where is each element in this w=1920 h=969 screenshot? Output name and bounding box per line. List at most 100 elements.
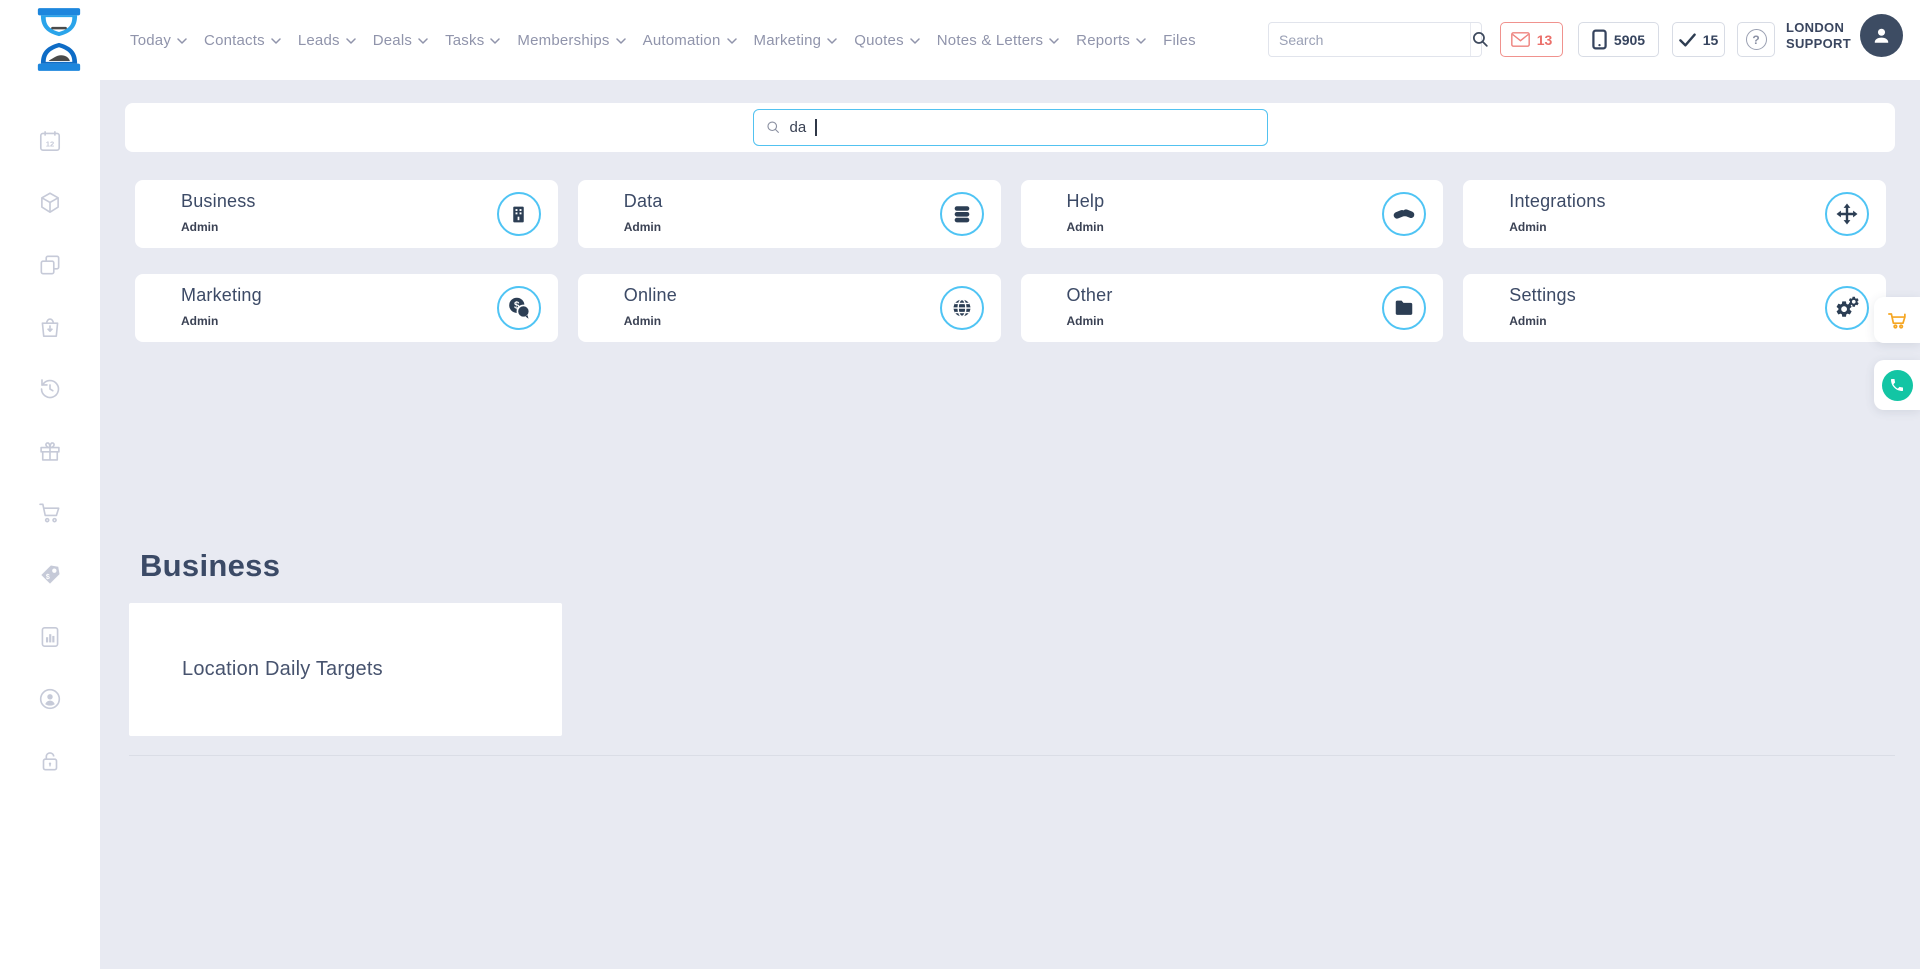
- nav-item-notes-letters[interactable]: Notes & Letters: [937, 32, 1059, 49]
- shopping-bag-icon: [37, 314, 63, 340]
- nav-item-leads[interactable]: Leads: [298, 32, 356, 49]
- category-icon-circle: [1825, 286, 1869, 330]
- search-submit-button[interactable]: [1470, 23, 1490, 56]
- nav-item-files[interactable]: Files: [1163, 32, 1196, 49]
- mail-badge[interactable]: 13: [1500, 22, 1563, 57]
- nav-item-tasks[interactable]: Tasks: [445, 32, 500, 49]
- category-card-settings[interactable]: Settings Admin: [1463, 274, 1886, 342]
- sidebar-item-gifts[interactable]: [37, 438, 64, 464]
- result-card-location-daily-targets[interactable]: Location Daily Targets: [129, 603, 562, 736]
- person-icon: [1870, 24, 1893, 47]
- category-title: Other: [1067, 285, 1113, 306]
- category-card-data[interactable]: Data Admin: [578, 180, 1001, 248]
- handshake-icon: [1392, 202, 1416, 226]
- category-subtitle: Admin: [181, 314, 218, 328]
- module-search-panel: da: [125, 103, 1895, 152]
- category-icon-circle: [1382, 286, 1426, 330]
- sidebar-item-calendar[interactable]: 12: [37, 128, 64, 154]
- chevron-down-icon: [910, 38, 920, 44]
- category-title: Integrations: [1509, 191, 1605, 212]
- gift-icon: [37, 438, 63, 464]
- category-icon-circle: [940, 286, 984, 330]
- section-heading: Business: [140, 548, 280, 584]
- chevron-down-icon: [490, 38, 500, 44]
- lock-icon: [37, 748, 63, 774]
- sidebar-item-cart[interactable]: [37, 500, 64, 526]
- nav-item-quotes[interactable]: Quotes: [854, 32, 920, 49]
- cube-icon: [37, 190, 63, 216]
- sidebar-item-duplicates[interactable]: [37, 252, 64, 278]
- copy-icon: [37, 252, 63, 278]
- category-subtitle: Admin: [1509, 220, 1546, 234]
- phone-count: 5905: [1614, 32, 1645, 48]
- category-title: Help: [1067, 191, 1105, 212]
- sidebar-item-reports[interactable]: [37, 624, 64, 650]
- move-icon: [1835, 202, 1859, 226]
- nav-item-marketing[interactable]: Marketing: [754, 32, 838, 49]
- result-title: Location Daily Targets: [182, 658, 383, 681]
- folder-icon: [1393, 297, 1415, 319]
- cart-button[interactable]: [1874, 297, 1920, 343]
- category-card-integrations[interactable]: Integrations Admin: [1463, 180, 1886, 248]
- nav-item-today[interactable]: Today: [130, 32, 187, 49]
- price-tag-icon: $: [37, 562, 63, 588]
- nav-item-deals[interactable]: Deals: [373, 32, 428, 49]
- category-subtitle: Admin: [1067, 220, 1104, 234]
- database-icon: [951, 203, 973, 225]
- category-title: Data: [624, 191, 663, 212]
- sidebar-item-security[interactable]: [37, 748, 64, 774]
- category-subtitle: Admin: [181, 220, 218, 234]
- category-title: Business: [181, 191, 256, 212]
- check-icon: [1679, 33, 1696, 47]
- main-nav: Today Contacts Leads Deals Tasks Members…: [130, 0, 1196, 80]
- sidebar-item-account[interactable]: [37, 686, 64, 712]
- phone-button[interactable]: [1874, 360, 1920, 410]
- category-card-business[interactable]: Business Admin: [135, 180, 558, 248]
- category-subtitle: Admin: [624, 314, 661, 328]
- top-header: Today Contacts Leads Deals Tasks Members…: [0, 0, 1920, 80]
- help-button[interactable]: ?: [1737, 22, 1775, 57]
- tasks-badge[interactable]: 15: [1672, 22, 1725, 57]
- phone-badge[interactable]: 5905: [1578, 22, 1659, 57]
- avatar[interactable]: [1860, 14, 1903, 57]
- nav-item-reports[interactable]: Reports: [1076, 32, 1146, 49]
- category-title: Settings: [1509, 285, 1576, 306]
- chevron-down-icon: [616, 38, 626, 44]
- profile-menu[interactable]: LONDON SUPPORT: [1786, 14, 1903, 57]
- chevron-down-icon: [1136, 38, 1146, 44]
- sidebar-item-pricing[interactable]: $: [37, 562, 64, 588]
- global-search-input[interactable]: [1269, 23, 1470, 56]
- sidebar-item-history[interactable]: [37, 376, 64, 402]
- category-icon-circle: [497, 192, 541, 236]
- svg-text:12: 12: [46, 140, 54, 149]
- app-root: Today Contacts Leads Deals Tasks Members…: [0, 0, 1920, 969]
- category-card-other[interactable]: Other Admin: [1021, 274, 1444, 342]
- chat-dollar-icon: $: [507, 296, 531, 320]
- nav-item-automation[interactable]: Automation: [643, 32, 737, 49]
- left-sidebar: 12: [0, 80, 100, 969]
- user-name: LONDON SUPPORT: [1786, 20, 1851, 52]
- category-title: Online: [624, 285, 677, 306]
- category-card-online[interactable]: Online Admin: [578, 274, 1001, 342]
- category-icon-circle: $: [497, 286, 541, 330]
- search-icon: [766, 120, 781, 135]
- nav-item-memberships[interactable]: Memberships: [517, 32, 625, 49]
- sidebar-item-orders[interactable]: [37, 314, 64, 340]
- hourglass-logo[interactable]: [30, 8, 88, 71]
- section-divider: [129, 755, 1895, 756]
- calendar-icon: 12: [37, 128, 63, 154]
- category-icon-circle: [1825, 192, 1869, 236]
- sidebar-item-products[interactable]: [37, 190, 64, 216]
- report-icon: [37, 624, 63, 650]
- category-icon-circle: [1382, 192, 1426, 236]
- category-card-marketing[interactable]: Marketing Admin $: [135, 274, 558, 342]
- module-search-input[interactable]: da: [753, 109, 1268, 146]
- category-icon-circle: [940, 192, 984, 236]
- category-subtitle: Admin: [1509, 314, 1546, 328]
- question-icon: ?: [1746, 29, 1767, 50]
- nav-item-contacts[interactable]: Contacts: [204, 32, 281, 49]
- phone-icon: [1889, 377, 1905, 393]
- category-title: Marketing: [181, 285, 262, 306]
- category-card-help[interactable]: Help Admin: [1021, 180, 1444, 248]
- gears-icon: [1834, 296, 1860, 320]
